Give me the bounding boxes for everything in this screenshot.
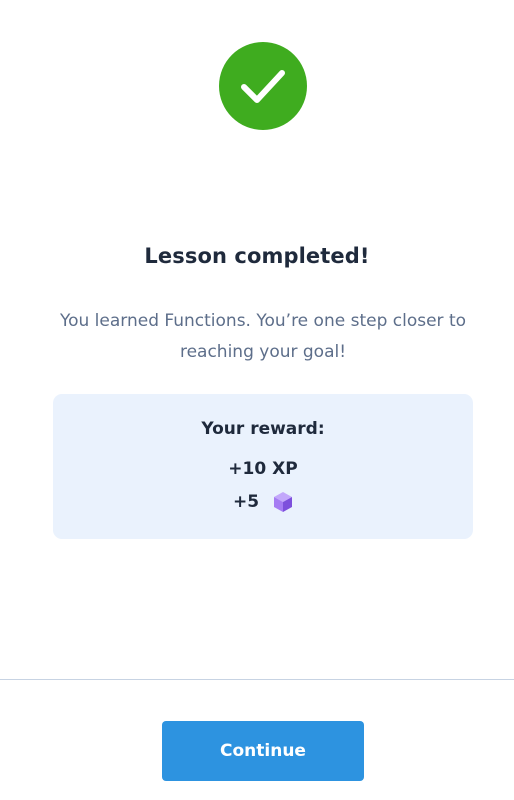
lesson-completed-message: You learned Functions. You’re one step c…: [59, 311, 467, 362]
reward-heading: Your reward:: [201, 419, 325, 439]
lesson-complete-screen: Lesson completed! You learned Functions.…: [0, 0, 514, 800]
gem-reward-amount: +5: [232, 492, 260, 512]
continue-button[interactable]: Continue: [162, 721, 364, 781]
reward-card: Your reward: +10 XP +5: [53, 394, 473, 539]
gem-icon: [273, 491, 293, 513]
success-badge: [219, 42, 307, 130]
footer-divider: [0, 679, 514, 680]
check-icon: [238, 66, 288, 106]
lesson-completed-title: Lesson completed!: [144, 244, 370, 268]
gem-reward: +5: [53, 491, 473, 513]
xp-reward: +10 XP: [228, 459, 298, 479]
